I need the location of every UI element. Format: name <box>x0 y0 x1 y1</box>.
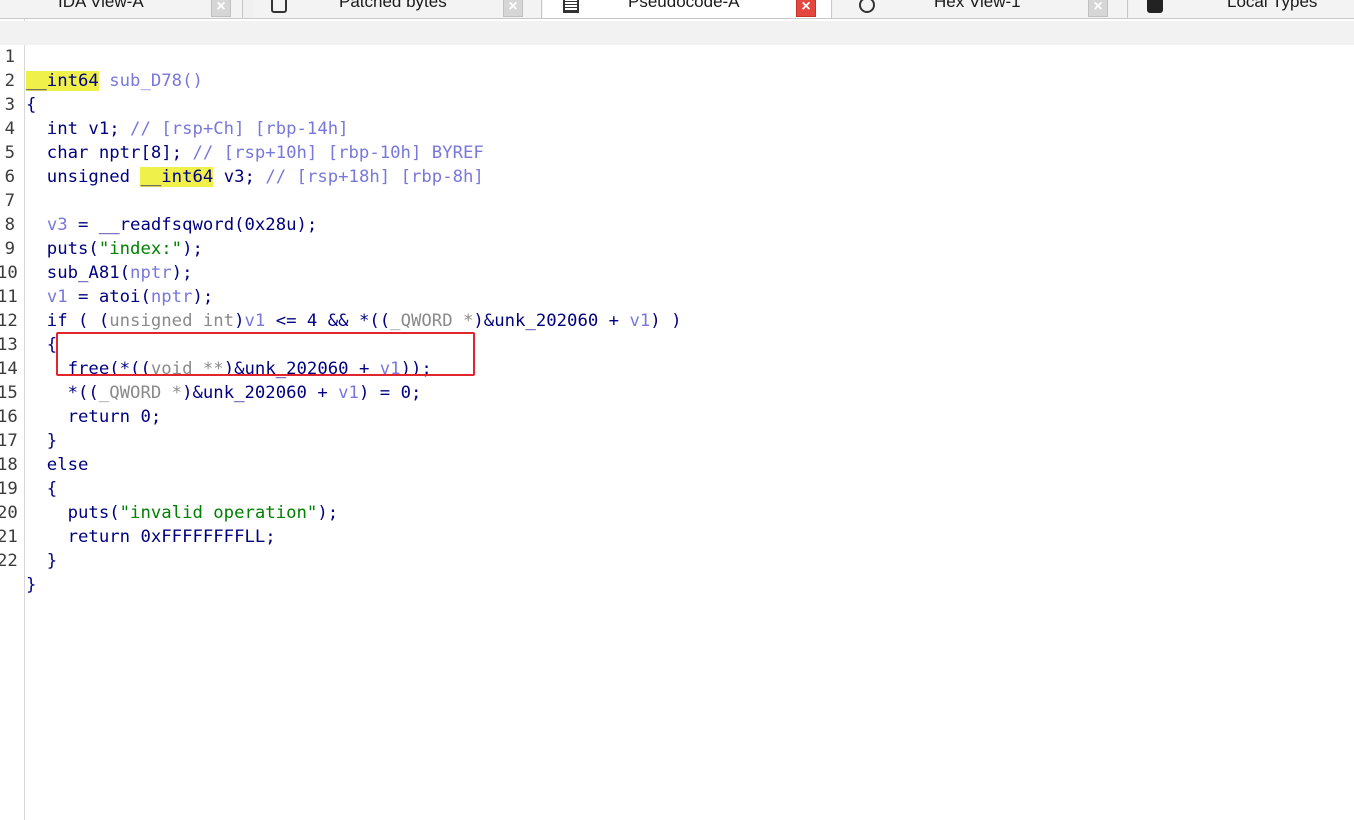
code-line[interactable]: 9 sub_A81(nptr); <box>0 213 1354 283</box>
code-line[interactable]: 8 puts("index:"); <box>0 189 1354 259</box>
tab-label: Pseudocode-A <box>628 0 740 11</box>
code-line[interactable]: 5 unsigned __int64 v3; // [rsp+18h] [rbp… <box>0 117 1354 187</box>
close-icon[interactable]: × <box>503 0 523 17</box>
code-line[interactable]: 21 } <box>0 501 1354 571</box>
code-text[interactable]: } <box>26 573 36 597</box>
pseudocode-icon <box>563 0 579 13</box>
annotation-highlight-box <box>56 332 475 376</box>
code-line[interactable]: 6 <box>0 141 1354 187</box>
close-icon[interactable]: × <box>1088 0 1108 17</box>
code-line[interactable]: 16 } <box>0 381 1354 451</box>
code-line[interactable]: 1 __int64 sub_D78() <box>0 21 1354 91</box>
tab-local-types[interactable]: Local Types <box>1129 0 1354 18</box>
close-icon[interactable]: × <box>796 0 816 17</box>
code-line[interactable]: 20 return 0xFFFFFFFFLL; <box>0 477 1354 547</box>
code-line[interactable]: 12 { <box>0 285 1354 355</box>
tab-label: Hex View-1 <box>934 0 1021 11</box>
tab-pseudocode-a[interactable]: Pseudocode-A × <box>543 0 832 18</box>
code-line[interactable]: 4 char nptr[8]; // [rsp+10h] [rbp-10h] B… <box>0 93 1354 163</box>
tab-label: IDA View-A <box>58 0 144 11</box>
patched-bytes-icon <box>271 0 287 13</box>
code-line[interactable]: 17 else <box>0 405 1354 475</box>
tab-bar: IDA View-A × Patched bytes × Pseudocode-… <box>0 0 1354 19</box>
close-icon[interactable]: × <box>211 0 231 17</box>
code-line[interactable]: 7 v3 = __readfsqword(0x28u); <box>0 165 1354 235</box>
code-line[interactable]: 22 } <box>0 525 1354 595</box>
tab-ida-view-a[interactable]: IDA View-A × <box>0 0 243 18</box>
local-types-icon <box>1147 0 1163 13</box>
tab-label: Patched bytes <box>339 0 447 11</box>
line-number: 22 <box>0 551 18 571</box>
code-line[interactable]: 19 puts("invalid operation"); <box>0 453 1354 523</box>
code-line[interactable]: 11 if ( (unsigned int)v1 <= 4 && *((_QWO… <box>0 261 1354 331</box>
code-line[interactable]: 2 { <box>0 45 1354 115</box>
tab-hex-view-1[interactable]: Hex View-1 × <box>833 0 1128 18</box>
code-line[interactable]: 3 int v1; // [rsp+Ch] [rbp-14h] <box>0 69 1354 139</box>
code-line[interactable]: 18 { <box>0 429 1354 499</box>
tab-label: Local Types <box>1227 0 1318 11</box>
code-line[interactable]: 13 free(*((void **)&unk_202060 + v1)); <box>0 309 1354 379</box>
tab-patched-bytes[interactable]: Patched bytes × <box>253 0 542 18</box>
hex-view-icon <box>859 0 875 13</box>
code-line[interactable]: 10 v1 = atoi(nptr); <box>0 237 1354 307</box>
